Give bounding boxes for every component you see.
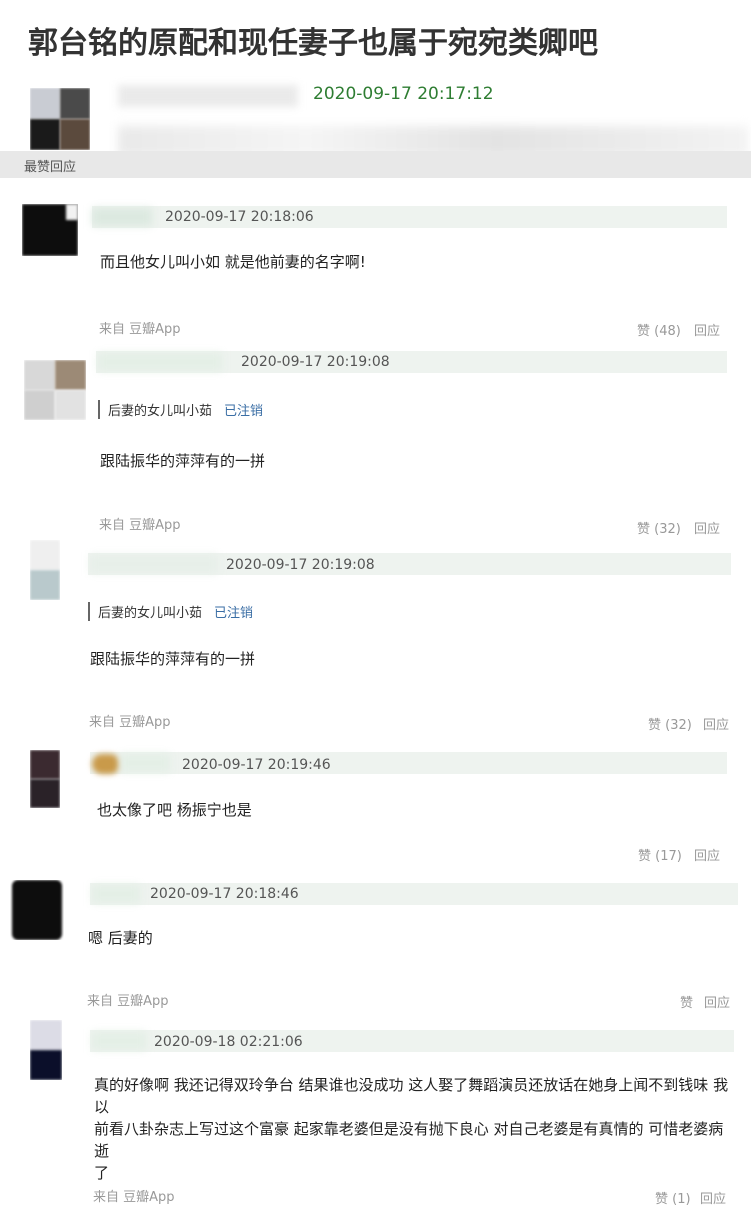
quote-status: 已注销 (224, 404, 264, 419)
comment-source: 来自 豆瓣App (87, 994, 169, 1009)
comment-text: 跟陆振华的萍萍有的一拼 (90, 650, 256, 668)
author-name-redacted (98, 353, 222, 371)
quote-author: 后妻的女儿叫小茹 (98, 606, 203, 621)
like-button[interactable]: 赞 (48) (637, 320, 681, 339)
reply-button[interactable]: 回应 (703, 714, 729, 733)
comment-card: 2020-09-17 20:19:08 后妻的女儿叫小茹 已注销 跟陆振华的萍萍有… (0, 348, 751, 540)
comment-source: 来自 豆瓣App (99, 518, 181, 533)
quoted-reply: 后妻的女儿叫小茹 已注销 (98, 400, 263, 419)
reply-button[interactable]: 回应 (694, 845, 720, 864)
reply-button[interactable]: 回应 (700, 1188, 726, 1207)
quoted-reply: 后妻的女儿叫小茹 已注销 (88, 602, 253, 621)
comment-timestamp: 2020-09-17 20:19:46 (182, 757, 331, 773)
reply-button[interactable]: 回应 (694, 518, 720, 537)
like-button[interactable]: 赞 (32) (648, 714, 692, 733)
page-title: 郭台铭的原配和现任妻子也属于宛宛类卿吧 (28, 26, 598, 61)
avatar[interactable] (30, 88, 90, 150)
avatar[interactable] (22, 204, 78, 256)
like-button[interactable]: 赞 (680, 992, 693, 1011)
comment-card: 2020-09-17 20:18:46 嗯 后妻的 来自 豆瓣App 赞 回应 (0, 870, 751, 1020)
author-name-redacted (90, 555, 218, 573)
author-name-redacted (92, 1032, 146, 1050)
quote-author: 后妻的女儿叫小茹 (108, 404, 213, 419)
comment-source: 来自 豆瓣App (99, 322, 181, 337)
reply-button[interactable]: 回应 (704, 992, 730, 1011)
author-name-redacted (120, 754, 170, 772)
section-header (0, 151, 751, 178)
avatar[interactable] (30, 750, 60, 808)
comment-card: 2020-09-18 02:21:06 真的好像啊 我还记得双玲争台 结果谁也没… (0, 1020, 751, 1215)
avatar[interactable] (30, 1020, 62, 1080)
comment-text-line: 了 (94, 1164, 110, 1182)
reply-button[interactable]: 回应 (694, 320, 720, 339)
comment-timestamp: 2020-09-17 20:18:06 (165, 209, 314, 225)
comment-timestamp: 2020-09-17 20:19:08 (241, 354, 390, 370)
section-label: 最赞回应 (24, 160, 77, 175)
avatar[interactable] (24, 360, 86, 420)
comment-card: 2020-09-17 20:18:06 而且他女儿叫小如 就是他前妻的名字啊! … (0, 178, 751, 348)
avatar[interactable] (30, 540, 60, 600)
comment-text: 也太像了吧 杨振宁也是 (97, 801, 252, 819)
post-timestamp: 2020-09-17 20:17:12 (313, 84, 494, 104)
author-name-redacted (92, 885, 140, 903)
like-button[interactable]: 赞 (1) (655, 1188, 691, 1207)
comment-timestamp: 2020-09-18 02:21:06 (154, 1034, 303, 1050)
like-button[interactable]: 赞 (17) (638, 845, 682, 864)
comment-text-line: 真的好像啊 我还记得双玲争台 结果谁也没成功 这人娶了舞蹈演员还放话在她身上闻不… (94, 1076, 729, 1116)
comment-source: 来自 豆瓣App (93, 1190, 175, 1205)
like-button[interactable]: 赞 (32) (637, 518, 681, 537)
comment-text: 而且他女儿叫小如 就是他前妻的名字啊! (100, 253, 366, 271)
comment-text: 嗯 后妻的 (88, 929, 153, 947)
quote-status: 已注销 (214, 606, 254, 621)
comment-timestamp: 2020-09-17 20:18:46 (150, 886, 299, 902)
comment-text: 真的好像啊 我还记得双玲争台 结果谁也没成功 这人娶了舞蹈演员还放话在她身上闻不… (94, 1074, 734, 1184)
author-name-redacted (118, 85, 298, 107)
author-name-redacted (92, 208, 152, 226)
comment-source: 来自 豆瓣App (89, 715, 171, 730)
comment-text-line: 前看八卦杂志上写过这个富豪 起家靠老婆但是没有抛下良心 对自己老婆是有真情的 可… (94, 1120, 724, 1160)
avatar[interactable] (10, 880, 64, 940)
comment-text: 跟陆振华的萍萍有的一拼 (100, 452, 266, 470)
comment-card: 2020-09-17 20:19:46 也太像了吧 杨振宁也是 赞 (17) 回… (0, 740, 751, 870)
author-avatar-redacted (92, 754, 120, 774)
comment-timestamp: 2020-09-17 20:19:08 (226, 557, 375, 573)
comment-card: 2020-09-17 20:19:08 后妻的女儿叫小茹 已注销 跟陆振华的萍萍有… (0, 540, 751, 740)
